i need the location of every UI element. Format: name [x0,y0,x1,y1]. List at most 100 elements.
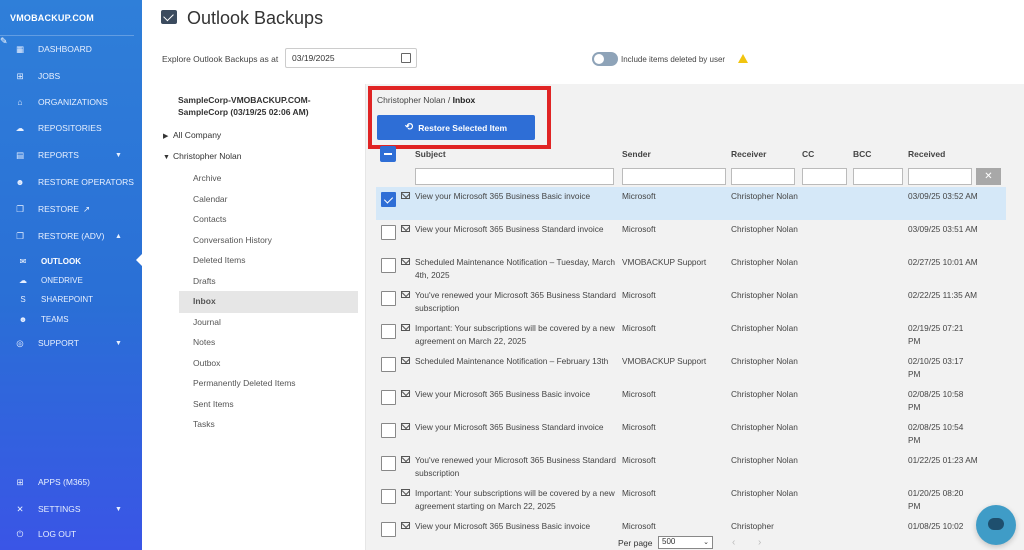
nav-sharepoint[interactable]: S SHAREPOINT [0,290,142,308]
tree-node-user[interactable]: ▼ Christopher Nolan [163,151,242,161]
filter-sender-input[interactable] [622,168,726,185]
table-row[interactable]: View your Microsoft 365 Business Basic i… [376,187,1006,220]
date-picker[interactable]: 03/19/2025 [285,48,417,68]
cell-received: 02/27/25 10:01 AM [908,257,978,267]
table-row[interactable]: Important: Your subscriptions will be co… [376,484,1006,517]
nav-jobs[interactable]: ⊞ JOBS [0,66,142,86]
nav-onedrive[interactable]: ☁ ONEDRIVE [0,271,142,289]
nav-restore-operators[interactable]: ☻ RESTORE OPERATORS [0,172,142,192]
filter-subject-input[interactable] [415,168,614,185]
outlook-icon: ✉ [19,256,27,266]
cell-sender: Microsoft [622,191,656,201]
folder-item[interactable]: Tasks [193,419,215,429]
folder-item[interactable]: Drafts [193,276,216,286]
folder-item[interactable]: Deleted Items [193,255,245,265]
envelope-icon [401,423,410,430]
column-cc[interactable]: CC [802,149,814,159]
cell-subject: View your Microsoft 365 Business Standar… [415,422,604,432]
next-page-button[interactable]: › [758,537,761,548]
row-checkbox[interactable] [381,456,396,471]
folder-item[interactable]: Permanently Deleted Items [193,378,296,388]
folder-item[interactable]: Calendar [193,194,228,204]
chevron-up-icon: ▲ [115,232,122,240]
cell-sender: VMOBACKUP Support [622,257,707,267]
row-checkbox[interactable] [381,390,396,405]
clear-filter-button[interactable]: ✕ [976,168,1001,185]
tree-node-all-company[interactable]: ▶ All Company [163,130,221,140]
nav-apps[interactable]: ⊞ APPS (M365) [0,472,142,492]
nav-repositories[interactable]: ☁ REPOSITORIES [0,118,142,138]
table-row[interactable]: Scheduled Maintenance Notification – Feb… [376,352,1006,385]
cell-subject: Important: Your subscriptions will be co… [415,323,615,346]
column-sender[interactable]: Sender [622,149,651,159]
nav-dashboard[interactable]: ▦ DASHBOARD [0,39,142,59]
nav-teams[interactable]: ☻ TEAMS [0,310,142,328]
table-row[interactable]: You've renewed your Microsoft 365 Busine… [376,286,1006,319]
folder-item[interactable]: Sent Items [193,399,234,409]
folder-item[interactable]: Contacts [193,214,227,224]
brand-logo[interactable]: VMOBACKUP.COM [0,0,134,36]
nav-restore-adv[interactable]: ❐ RESTORE (ADV) ▲ [0,226,142,246]
chevron-down-icon: ⌄ [703,539,709,546]
column-receiver[interactable]: Receiver [731,149,766,159]
table-row[interactable]: View your Microsoft 365 Business Basic i… [376,385,1006,418]
envelope-icon [401,324,410,331]
cell-received: 01/20/25 08:20 PM [908,488,964,511]
column-bcc[interactable]: BCC [853,149,871,159]
cell-received: 03/09/25 03:52 AM [908,191,978,201]
nav-logout[interactable]: ⏻ LOG OUT [0,524,142,544]
column-received[interactable]: Received [908,149,945,159]
filter-cc-input[interactable] [802,168,847,185]
table-row[interactable]: Important: Your subscriptions will be co… [376,319,1006,352]
row-checkbox[interactable] [381,357,396,372]
chat-widget-button[interactable] [976,505,1016,545]
row-checkbox[interactable] [381,225,396,240]
folder-item[interactable]: Conversation History [193,235,272,245]
column-subject[interactable]: Subject [415,149,446,159]
cell-receiver: Christopher [731,521,774,531]
filter-receiver-input[interactable] [731,168,795,185]
row-checkbox[interactable] [381,522,396,537]
cell-receiver: Christopher Nolan [731,290,798,300]
row-checkbox[interactable] [381,423,396,438]
row-checkbox[interactable] [381,291,396,306]
folder-item[interactable]: Journal [193,317,221,327]
sidebar: VMOBACKUP.COM ✎ ▦ DASHBOARD ⊞ JOBS ⌂ ORGANI… [0,0,142,550]
folder-item[interactable]: Archive [193,173,221,183]
nav-restore[interactable]: ❐ RESTORE ↗ [0,199,142,219]
per-page-select[interactable]: 500 ⌄ [658,536,713,549]
filter-received-input[interactable] [908,168,972,185]
cell-received: 01/22/25 01:23 AM [908,455,978,465]
cell-received: 02/08/25 10:54 PM [908,422,964,445]
table-row[interactable]: View your Microsoft 365 Business Standar… [376,418,1006,451]
table-row[interactable]: You've renewed your Microsoft 365 Busine… [376,451,1006,484]
select-all-checkbox[interactable] [380,146,396,162]
nav-organizations[interactable]: ⌂ ORGANIZATIONS [0,92,142,112]
filter-bcc-input[interactable] [853,168,903,185]
row-checkbox[interactable] [381,258,396,273]
calendar-icon[interactable] [401,53,411,63]
folder-item[interactable]: Inbox [193,296,216,306]
nav-reports[interactable]: ▤ REPORTS ▼ [0,145,142,165]
caret-down-icon: ▼ [163,154,170,161]
row-checkbox[interactable] [381,324,396,339]
cell-receiver: Christopher Nolan [731,389,798,399]
nav-settings[interactable]: ✕ SETTINGS ▼ [0,499,142,519]
folder-item[interactable]: Outbox [193,358,220,368]
prev-page-button[interactable]: ‹ [732,537,735,548]
envelope-icon [401,522,410,529]
table-row[interactable]: View your Microsoft 365 Business Standar… [376,220,1006,253]
nav-support[interactable]: ◎ SUPPORT ▼ [0,333,142,353]
cell-received: 02/08/25 10:58 PM [908,389,964,412]
tree-root[interactable]: SampleCorp-VMOBACKUP.COM-SampleCorp (03/… [178,94,338,118]
restore-selected-button[interactable]: ⟲ Restore Selected Item [377,115,535,140]
nav-outlook[interactable]: ✉ OUTLOOK [0,252,142,270]
table-row[interactable]: Scheduled Maintenance Notification – Tue… [376,253,1006,286]
dashboard-icon: ▦ [15,43,25,54]
row-checkbox[interactable] [381,192,396,207]
row-checkbox[interactable] [381,489,396,504]
users-icon: ☻ [15,177,25,187]
folder-item[interactable]: Notes [193,337,215,347]
include-deleted-toggle[interactable] [592,52,618,66]
cell-subject: Scheduled Maintenance Notification – Feb… [415,356,609,366]
